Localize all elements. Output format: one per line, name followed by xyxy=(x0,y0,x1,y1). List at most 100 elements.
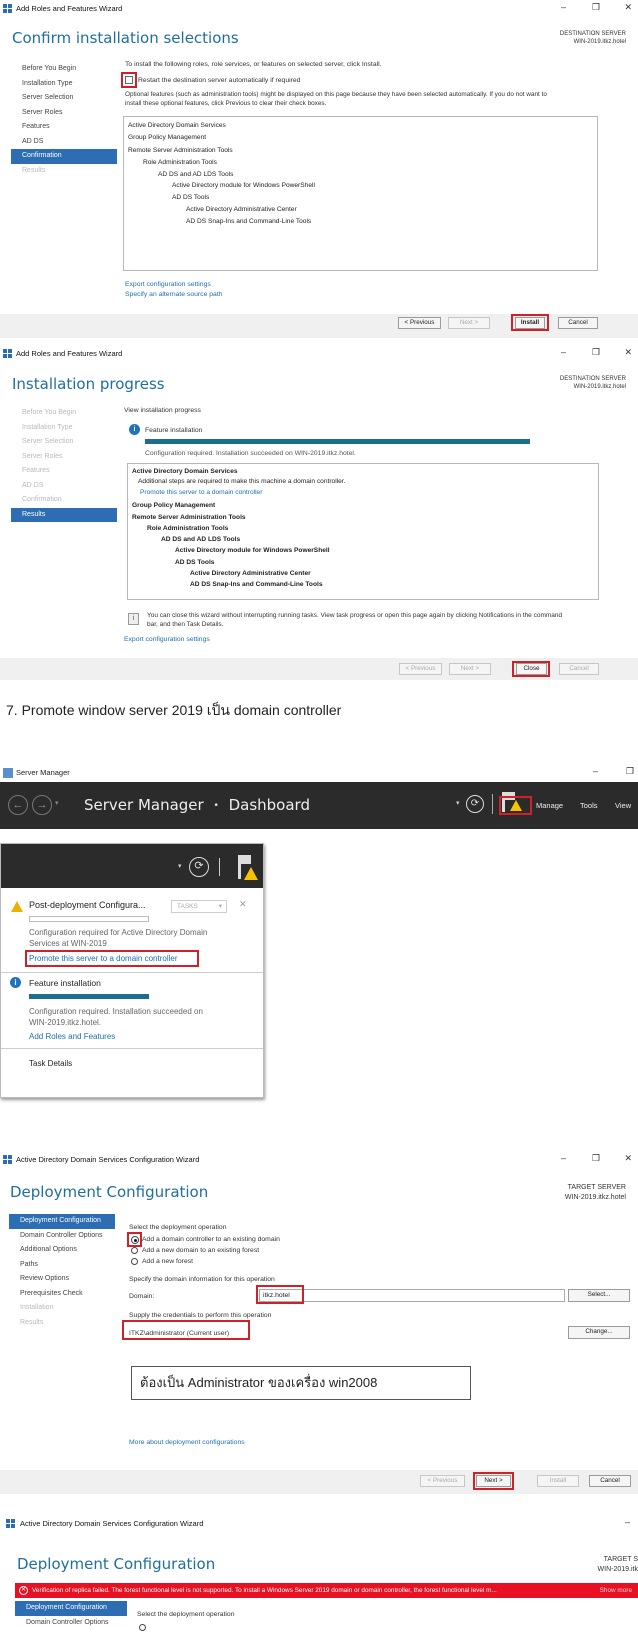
radio-new-domain[interactable] xyxy=(131,1247,138,1254)
divider xyxy=(1,972,263,973)
restore-icon[interactable]: ❐ xyxy=(592,347,600,358)
nav-server-roles[interactable]: Server Roles xyxy=(11,106,117,121)
install-button: Install xyxy=(537,1475,579,1487)
highlight-domain xyxy=(256,1285,304,1304)
export-config-link[interactable]: Export configuration settings xyxy=(125,280,211,289)
previous-button[interactable]: < Previous xyxy=(398,317,441,329)
feature-installation-label: Feature installation xyxy=(145,427,203,434)
list-item: AD DS Snap-Ins and Command-Line Tools xyxy=(186,218,312,225)
adds-config-wizard: Active Directory Domain Services Configu… xyxy=(0,1151,638,1507)
nav-review-options[interactable]: Review Options xyxy=(9,1272,115,1287)
show-more-link[interactable]: Show more xyxy=(600,1583,632,1598)
notification-text: Configuration required. Installation suc… xyxy=(29,1006,203,1028)
domain-input[interactable]: itkz.hotel xyxy=(259,1289,565,1302)
list-item: Active Directory module for Windows Powe… xyxy=(172,182,315,189)
export-config-link[interactable]: Export configuration settings xyxy=(124,635,210,644)
title-bar: Active Directory Domain Services Configu… xyxy=(0,1151,638,1169)
nav-dc-options[interactable]: Domain Controller Options xyxy=(9,1229,115,1244)
restore-icon[interactable]: ❐ xyxy=(592,2,600,13)
list-item: Additional steps are required to make th… xyxy=(138,478,346,485)
nav-paths[interactable]: Paths xyxy=(9,1258,115,1273)
nav-ad-ds[interactable]: AD DS xyxy=(11,135,117,150)
close-note-2: bar, and then Task Details. xyxy=(147,621,224,628)
menu-manage[interactable]: Manage xyxy=(536,801,563,810)
back-icon[interactable]: ← xyxy=(8,795,28,815)
minimize-icon[interactable]: – xyxy=(593,766,598,776)
server-manager-app-icon xyxy=(3,768,13,778)
nav-deployment-configuration[interactable]: Deployment Configuration xyxy=(15,1601,127,1616)
view-progress-label: View installation progress xyxy=(124,407,201,414)
wizard-nav: Before You Begin Installation Type Serve… xyxy=(11,406,117,522)
install-status: Configuration required. Installation suc… xyxy=(145,450,356,457)
forward-icon[interactable]: → xyxy=(32,795,52,815)
task-details-link[interactable]: Task Details xyxy=(29,1059,72,1068)
list-item: Active Directory Domain Services xyxy=(132,468,238,475)
highlight-radio xyxy=(127,1232,142,1247)
nav-installation-type[interactable]: Installation Type xyxy=(11,77,117,92)
sm-command-bar: ← → ▾ Server Manager • Dashboard ▾ ⟳ Man… xyxy=(0,782,638,829)
menu-tools[interactable]: Tools xyxy=(580,801,598,810)
cancel-button[interactable]: Cancel xyxy=(589,1475,631,1487)
window-title: Active Directory Domain Services Configu… xyxy=(16,1155,200,1164)
nav-dc-options[interactable]: Domain Controller Options xyxy=(15,1616,127,1631)
nav-server-selection[interactable]: Server Selection xyxy=(11,91,117,106)
dest-server-name: WIN-2019.itkz.hotel xyxy=(573,39,626,45)
radio-new-forest[interactable] xyxy=(131,1258,138,1265)
history-dropdown-icon[interactable]: ▾ xyxy=(55,799,59,807)
refresh-icon[interactable]: ⟳ xyxy=(189,857,209,877)
highlight-install xyxy=(511,314,549,331)
close-icon[interactable]: ✕ xyxy=(624,1153,632,1164)
promote-link[interactable]: Promote this server to a domain controll… xyxy=(140,489,262,496)
minimize-icon[interactable]: – xyxy=(561,347,566,357)
wizard-progress: Add Roles and Features Wizard – ❐ ✕ Inst… xyxy=(0,345,638,685)
page-title: Confirm installation selections xyxy=(12,29,239,47)
minimize-icon[interactable]: – xyxy=(625,1517,630,1527)
dismiss-icon[interactable]: ✕ xyxy=(239,899,247,910)
add-roles-link[interactable]: Add Roles and Features xyxy=(29,1032,115,1041)
restore-icon[interactable]: ❐ xyxy=(626,766,634,777)
nav-features[interactable]: Features xyxy=(11,120,117,135)
selections-list: Active Directory Domain Services Group P… xyxy=(123,116,598,271)
close-icon[interactable]: ✕ xyxy=(624,2,632,13)
select-op-label: Select the deployment operation xyxy=(129,1224,227,1231)
nav-ad-ds: AD DS xyxy=(22,481,44,489)
refresh-dropdown-icon[interactable]: ▾ xyxy=(456,799,460,807)
progress-bar xyxy=(145,439,530,444)
progress-bar xyxy=(29,994,149,999)
breadcrumb-app: Server Manager xyxy=(84,796,204,814)
refresh-icon[interactable]: ⟳ xyxy=(466,795,484,813)
warning-icon xyxy=(11,901,23,912)
minimize-icon[interactable]: – xyxy=(561,2,566,12)
nav-additional-options[interactable]: Additional Options xyxy=(9,1243,115,1258)
tasks-dropdown[interactable]: TASKS ▾ xyxy=(171,900,227,913)
error-message: Verification of replica failed. The fore… xyxy=(32,1587,497,1594)
nav-prerequisites[interactable]: Prerequisites Check xyxy=(9,1287,115,1302)
select-button[interactable]: Select... xyxy=(568,1289,630,1302)
flag-icon[interactable] xyxy=(241,855,251,864)
radio-existing-domain[interactable] xyxy=(139,1624,146,1631)
next-button: Next > xyxy=(448,317,490,329)
menu-view[interactable]: View xyxy=(615,801,631,810)
nav-before-you-begin[interactable]: Before You Begin xyxy=(11,62,117,77)
close-icon[interactable]: ✕ xyxy=(624,347,632,358)
minimize-icon[interactable]: – xyxy=(561,1153,566,1163)
highlight-credentials xyxy=(122,1320,250,1340)
error-icon: ✕ xyxy=(19,1586,28,1595)
nav-deployment-configuration[interactable]: Deployment Configuration xyxy=(9,1214,115,1229)
nav-confirmation: Confirmation xyxy=(22,496,62,503)
refresh-dropdown-icon[interactable]: ▾ xyxy=(178,862,182,870)
progress-fill xyxy=(145,439,530,444)
nav-confirmation[interactable]: Confirmation xyxy=(11,149,117,164)
wizard-nav: Deployment Configuration Domain Controll… xyxy=(9,1214,115,1330)
alternate-source-link[interactable]: Specify an alternate source path xyxy=(125,290,222,299)
previous-button: < Previous xyxy=(420,1475,465,1487)
highlight-notifications xyxy=(499,796,532,815)
cancel-button[interactable]: Cancel xyxy=(558,317,598,329)
nav-results[interactable]: Results xyxy=(11,507,117,522)
next-button: Next > xyxy=(449,663,491,675)
change-button[interactable]: Change... xyxy=(568,1326,630,1339)
restore-icon[interactable]: ❐ xyxy=(592,1153,600,1164)
list-item: AD DS and AD LDS Tools xyxy=(158,171,234,178)
notes-icon: i xyxy=(128,613,139,625)
more-info-link[interactable]: More about deployment configurations xyxy=(129,1438,245,1447)
